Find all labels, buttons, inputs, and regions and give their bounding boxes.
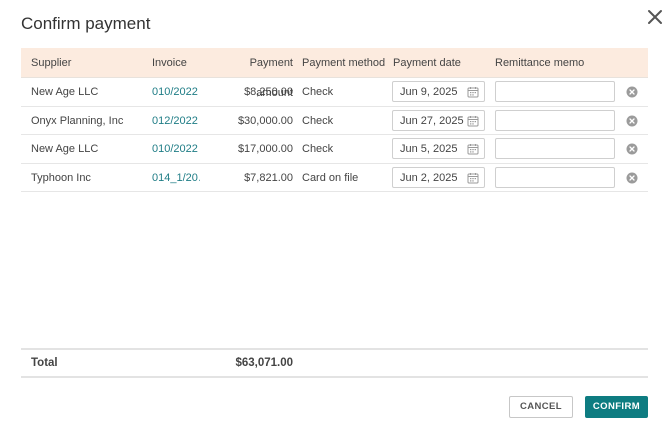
payment-date-value: Jun 27, 2025 (400, 114, 464, 127)
header-payment-date: Payment date (393, 57, 461, 69)
payment-date-value: Jun 5, 2025 (400, 143, 458, 155)
remove-row-button[interactable] (626, 172, 638, 184)
calendar-icon[interactable] (467, 86, 479, 98)
calendar-icon[interactable] (467, 172, 479, 184)
table-row: New Age LLC 010/2022 $17,000.00 Check Jun 5,… (21, 135, 648, 164)
payment-date-field[interactable]: Jun 9, 2025 (392, 81, 485, 102)
remove-row-button[interactable] (626, 86, 638, 98)
payment-date-value: Jun 9, 2025 (400, 86, 458, 98)
supplier-cell: New Age LLC (31, 86, 99, 98)
invoice-link[interactable]: 012/2022 (152, 107, 200, 135)
payment-method-cell: Check (302, 114, 334, 127)
total-row: Total $63,071.00 (21, 348, 648, 378)
payment-method-cell: Card on file (302, 171, 359, 184)
remittance-memo-input[interactable] (495, 166, 615, 188)
remove-row-button[interactable] (626, 115, 638, 127)
total-label: Total (31, 357, 58, 369)
payments-table: Supplier Invoice Payment amount Payment … (21, 48, 648, 192)
payment-method-cell: Check (302, 86, 334, 98)
payment-amount-cell: $17,000.00 (237, 143, 293, 155)
remittance-memo-input[interactable] (495, 109, 615, 131)
table-row: Onyx Planning, Inc 012/2022 $30,000.00 Chec… (21, 107, 648, 135)
calendar-icon[interactable] (467, 115, 479, 127)
header-invoice: Invoice (152, 57, 187, 69)
table-row: Typhoon Inc 014_1/20… $7,821.00 Card on fil… (21, 164, 648, 192)
total-amount: $63,071.00 (235, 357, 293, 369)
dialog-title: Confirm payment (21, 14, 151, 33)
close-button[interactable] (645, 7, 665, 27)
invoice-link[interactable]: 010/2022 (152, 78, 200, 106)
header-remittance-memo: Remittance memo (495, 57, 585, 69)
table-header: Supplier Invoice Payment amount Payment … (21, 48, 648, 99)
header-supplier: Supplier (31, 57, 72, 69)
invoice-link[interactable]: 010/2022 (152, 135, 200, 163)
header-payment-amount: Payment amount (249, 57, 293, 99)
calendar-icon[interactable] (467, 143, 479, 155)
close-icon (648, 10, 662, 24)
header-payment-method: Payment method (302, 57, 386, 69)
cancel-button[interactable]: CANCEL (509, 396, 573, 418)
remove-circle-icon (626, 143, 638, 155)
supplier-cell: Onyx Planning, Inc (31, 114, 124, 127)
table-row: New Age LLC 010/2022 $8,250.00 Check Jun 9, … (21, 78, 648, 107)
payment-date-field[interactable]: Jun 5, 2025 (392, 138, 485, 159)
payment-date-field[interactable]: Jun 27, 2025 (392, 109, 485, 131)
payment-amount-cell: $7,821.00 (244, 171, 293, 184)
payment-amount-cell: $8,250.00 (244, 86, 293, 98)
remove-row-button[interactable] (626, 143, 638, 155)
supplier-cell: Typhoon Inc (31, 171, 91, 184)
remove-circle-icon (626, 86, 638, 98)
invoice-link[interactable]: 014_1/20… (152, 164, 200, 192)
remove-circle-icon (626, 172, 638, 184)
payment-method-cell: Check (302, 143, 334, 155)
payment-date-field[interactable]: Jun 2, 2025 (392, 166, 485, 188)
payment-date-value: Jun 2, 2025 (400, 171, 458, 184)
remove-circle-icon (626, 115, 638, 127)
payment-amount-cell: $30,000.00 (237, 114, 293, 127)
remittance-memo-input[interactable] (495, 138, 615, 159)
supplier-cell: New Age LLC (31, 143, 99, 155)
confirm-button[interactable]: CONFIRM (585, 396, 648, 418)
remittance-memo-input[interactable] (495, 81, 615, 102)
